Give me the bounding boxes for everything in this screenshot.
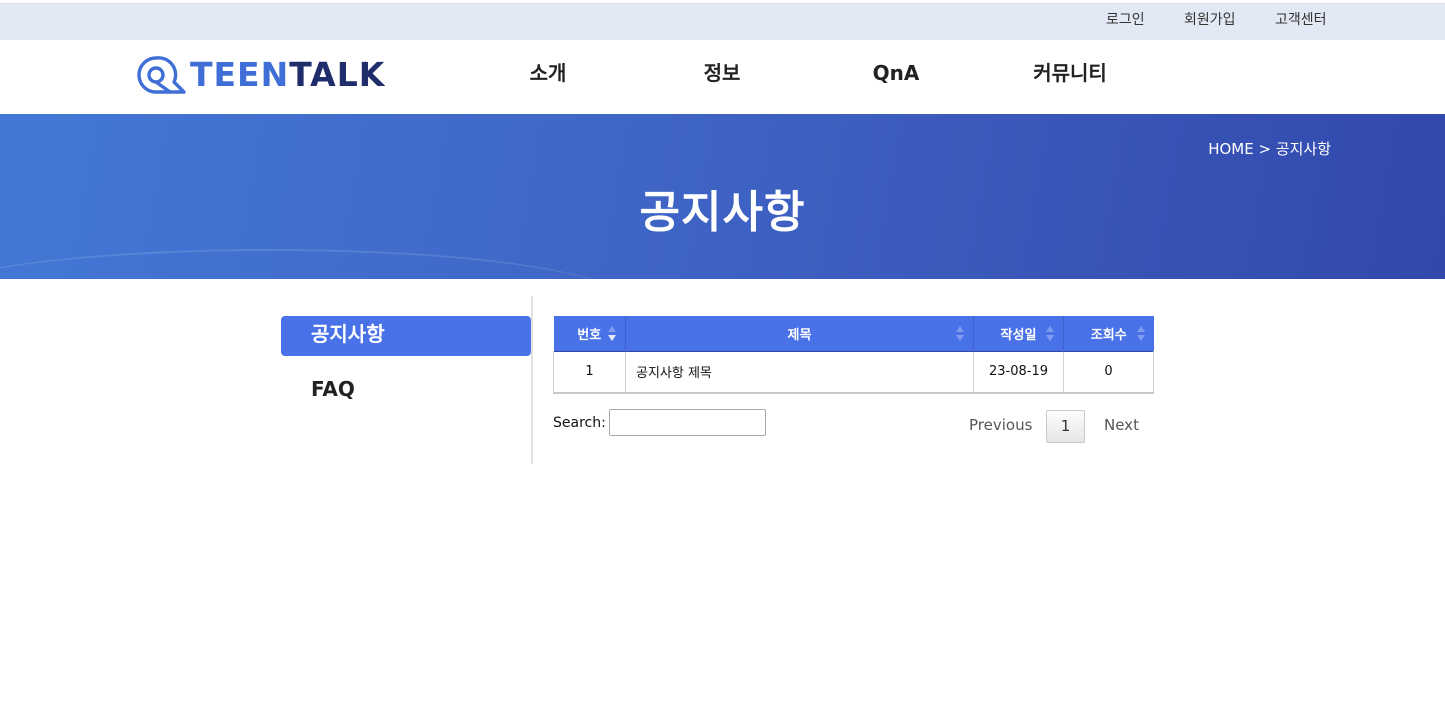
cell-date: 23-08-19 xyxy=(973,350,1064,394)
column-header-title[interactable]: 제목 xyxy=(625,316,974,351)
sidebar-item-faq[interactable]: FAQ xyxy=(281,371,531,411)
cell-title-link[interactable]: 공지사항 제목 xyxy=(625,350,974,394)
breadcrumb: HOME > 공지사항 xyxy=(1208,140,1331,158)
column-header-label: 번호 xyxy=(577,327,602,343)
cell-views: 0 xyxy=(1063,350,1154,394)
page-title: 공지사항 xyxy=(639,187,806,238)
column-header-label: 조회수 xyxy=(1090,327,1127,343)
nav-item-qna[interactable]: QnA xyxy=(873,40,920,114)
column-header-label: 작성일 xyxy=(1000,327,1037,343)
nav-item-intro[interactable]: 소개 xyxy=(530,40,567,114)
sidebar: 공지사항 FAQ xyxy=(281,296,533,464)
chat-bubble-icon xyxy=(137,56,186,94)
table-header-row: 번호 제목 작성일 조회수 xyxy=(553,316,1154,351)
pagination-page-1[interactable]: 1 xyxy=(1046,410,1085,443)
column-header-views[interactable]: 조회수 xyxy=(1063,316,1154,351)
column-header-number[interactable]: 번호 xyxy=(553,316,626,351)
nav-item-info[interactable]: 정보 xyxy=(704,40,741,114)
column-header-label: 제목 xyxy=(787,327,812,343)
sort-icon xyxy=(1136,325,1145,343)
nav-item-community[interactable]: 커뮤니티 xyxy=(1033,40,1107,114)
page-banner: HOME > 공지사항 공지사항 xyxy=(0,114,1445,279)
sidebar-item-notice[interactable]: 공지사항 xyxy=(281,316,531,356)
logo-wordmark: TEENTALK xyxy=(190,55,386,94)
login-link[interactable]: 로그인 xyxy=(1106,4,1145,41)
pagination-next[interactable]: Next xyxy=(1104,410,1139,443)
banner-wave-decoration xyxy=(0,249,620,279)
site-header: TEENTALK 소개 정보 QnA 커뮤니티 xyxy=(0,40,1445,114)
column-header-date[interactable]: 작성일 xyxy=(973,316,1064,351)
search-label: Search: xyxy=(553,414,606,431)
sort-desc-icon xyxy=(608,325,616,343)
table-row[interactable]: 1 공지사항 제목 23-08-19 0 xyxy=(553,350,1154,394)
site-logo[interactable]: TEENTALK xyxy=(134,55,385,95)
table-search: Search: xyxy=(553,409,766,436)
cell-number: 1 xyxy=(553,350,626,394)
sort-icon xyxy=(956,325,964,343)
pagination-previous[interactable]: Previous xyxy=(969,410,1032,443)
notice-table: 번호 제목 작성일 조회수 1 공지사항 제목 23-08-19 0 xyxy=(553,316,1154,394)
search-input[interactable] xyxy=(608,409,766,436)
sort-icon xyxy=(1046,325,1054,343)
utility-bar: 로그인 회원가입 고객센터 xyxy=(0,3,1445,40)
signup-link[interactable]: 회원가입 xyxy=(1184,4,1236,41)
support-link[interactable]: 고객센터 xyxy=(1275,4,1327,41)
